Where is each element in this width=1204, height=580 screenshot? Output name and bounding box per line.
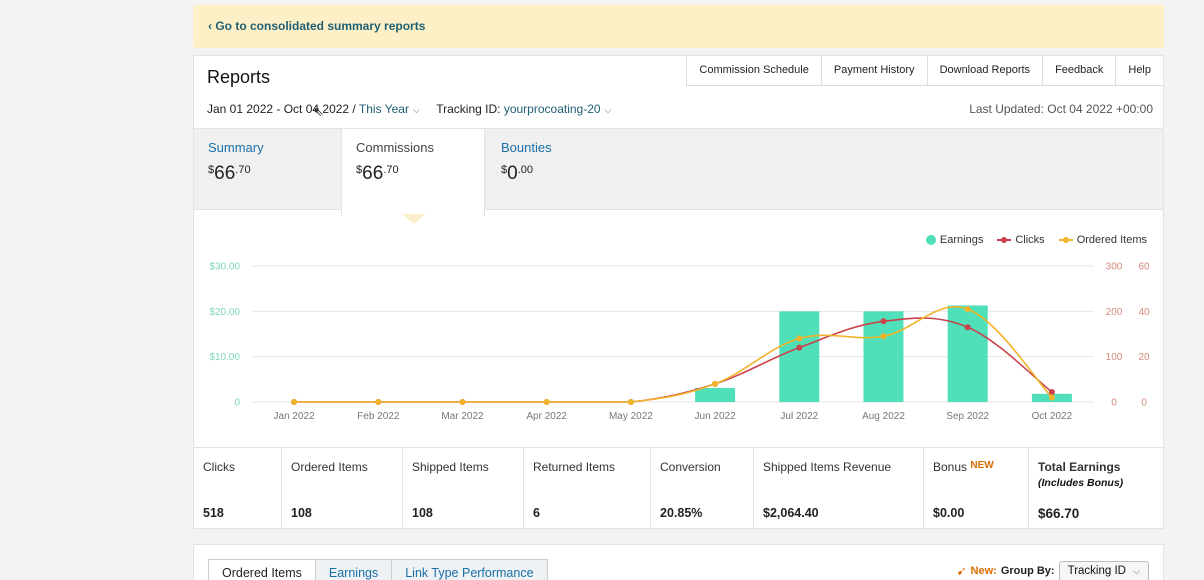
x-tick-label: May 2022: [609, 411, 653, 422]
ordered-items-point: [1048, 394, 1055, 401]
y-right-ordered-tick-label: 0: [1141, 398, 1147, 409]
clicks-point: [964, 324, 971, 331]
x-tick-label: Jan 2022: [274, 411, 316, 422]
x-tick-label: Jun 2022: [695, 411, 737, 422]
group-by: ➹ New: Group By: Tracking ID ⌵: [956, 561, 1149, 580]
y-right-clicks-tick-label: 200: [1106, 307, 1123, 318]
metric-conversion: Conversion 20.85%: [651, 448, 754, 530]
earnings-bar: [695, 387, 736, 402]
ordered-items-point: [375, 399, 382, 405]
period-dropdown[interactable]: This Year: [359, 102, 409, 116]
y-left-tick-label: $20.00: [209, 307, 240, 318]
ordered-items-point: [712, 380, 719, 387]
x-tick-label: Aug 2022: [862, 411, 905, 422]
megaphone-icon: ➹: [956, 564, 967, 578]
x-tick-label: Apr 2022: [526, 411, 567, 422]
metric-total-earnings: Total Earnings (Includes Bonus) $66.70: [1038, 460, 1124, 521]
earnings-bar: [863, 311, 904, 402]
breakdown-card: Ordered Items Earnings Link Type Perform…: [193, 544, 1164, 580]
clicks-swatch-icon: [997, 235, 1012, 245]
active-tab-pointer: [402, 214, 426, 224]
ordered-items-point: [543, 399, 550, 405]
tracking-label: Tracking ID:: [436, 102, 501, 116]
summary-tabstrip: Summary $66.70 Commissions $66.70 Bounti…: [194, 128, 1163, 216]
tab-summary-label: Summary: [208, 140, 264, 155]
x-tick-label: Oct 2022: [1032, 411, 1073, 422]
ordered-items-point: [291, 399, 298, 405]
ordered-items-point: [459, 399, 466, 405]
ordered-swatch-icon: [1058, 235, 1073, 245]
tab-commissions-amount: $66.70: [356, 163, 399, 184]
group-by-select[interactable]: Tracking ID ⌵: [1058, 561, 1149, 580]
ordered-items-point: [627, 399, 634, 405]
nav-commission-schedule[interactable]: Commission Schedule: [686, 56, 821, 86]
chevron-down-icon: ⌵: [604, 105, 612, 115]
tab-commissions-label: Commissions: [356, 140, 435, 155]
y-right-clicks-tick-label: 100: [1106, 352, 1123, 363]
y-right-ordered-tick-label: 40: [1138, 307, 1150, 318]
tab-summary[interactable]: Summary $66.70: [194, 129, 341, 211]
tab-earnings[interactable]: Earnings: [315, 559, 393, 580]
tab-summary-amount: $66.70: [208, 163, 251, 184]
y-right-clicks-tick-label: 0: [1111, 398, 1117, 409]
consolidated-banner: ‹ Go to consolidated summary reports: [193, 5, 1164, 48]
x-tick-label: Sep 2022: [946, 411, 989, 422]
metric-shipped-items: Shipped Items 108: [403, 448, 524, 530]
y-left-tick-label: $30.00: [209, 262, 240, 273]
legend-clicks[interactable]: Clicks: [997, 234, 1045, 246]
metric-ordered-items: Ordered Items 108: [282, 448, 403, 530]
clicks-point: [796, 344, 803, 351]
earnings-bar: [947, 305, 988, 402]
reports-card: Reports Commission Schedule Payment Hist…: [193, 55, 1164, 530]
metrics-row: Clicks 518 Ordered Items 108 Shipped Items…: [194, 447, 1163, 530]
metric-bonus: Bonus NEW $0.00: [924, 448, 1029, 530]
tab-bounties-label: Bounties: [501, 140, 552, 155]
page-title: Reports: [207, 67, 271, 87]
ordered-items-line: [294, 306, 1053, 403]
nav-download-reports[interactable]: Download Reports: [926, 56, 1043, 86]
chevron-down-icon: ⌵: [412, 105, 420, 115]
consolidated-summary-link[interactable]: ‹ Go to consolidated summary reports: [208, 19, 425, 33]
y-left-tick-label: 0: [234, 398, 240, 409]
ordered-items-point: [880, 333, 887, 340]
chart-legend: Earnings Clicks Ordered Items: [925, 234, 1147, 246]
earnings-swatch-icon: [925, 235, 936, 245]
new-badge: NEW: [970, 460, 994, 471]
earnings-bar: [779, 311, 820, 402]
y-right-ordered-tick-label: 20: [1138, 352, 1150, 363]
ordered-items-point: [964, 306, 971, 313]
y-right-ordered-tick-label: 60: [1138, 262, 1150, 273]
date-range[interactable]: Jan 01 2022 - Oct 04 2022 /: [207, 102, 356, 116]
y-right-clicks-tick-label: 300: [1106, 262, 1123, 273]
legend-ordered-items[interactable]: Ordered Items: [1058, 234, 1147, 246]
clicks-point: [880, 318, 887, 325]
clicks-line: [294, 317, 1053, 403]
ordered-items-point: [796, 335, 803, 342]
metric-returned-items: Returned Items 6: [524, 448, 651, 530]
tab-bounties[interactable]: Bounties $0.00: [487, 129, 634, 211]
tab-bounties-amount: $0.00: [501, 163, 533, 184]
nav-payment-history[interactable]: Payment History: [820, 56, 927, 86]
tab-link-type-performance[interactable]: Link Type Performance: [392, 559, 548, 580]
x-tick-label: Jul 2022: [780, 411, 818, 422]
tab-ordered-items[interactable]: Ordered Items: [208, 559, 316, 580]
x-tick-label: Mar 2022: [441, 411, 484, 422]
tab-commissions[interactable]: Commissions $66.70: [341, 129, 485, 216]
metric-clicks: Clicks 518: [194, 448, 282, 530]
breakdown-tabs: Ordered Items Earnings Link Type Perform…: [208, 559, 548, 580]
earnings-chart: $30.00 300 60$20.00 200 40$10.00 100 200 0 0Jan …: [209, 262, 1150, 423]
nav-help[interactable]: Help: [1115, 56, 1163, 86]
tracking-id-dropdown[interactable]: yourprocoating-20: [504, 102, 601, 116]
top-nav: Commission Schedule Payment History Down…: [686, 56, 1163, 86]
legend-earnings[interactable]: Earnings: [925, 234, 983, 246]
mouse-cursor-icon: ⇖: [313, 104, 324, 119]
date-filter-row: Jan 01 2022 - Oct 04 2022 / This Year ⌵ T…: [207, 102, 611, 116]
nav-feedback[interactable]: Feedback: [1042, 56, 1116, 86]
metric-shipped-revenue: Shipped Items Revenue $2,064.40: [754, 448, 924, 530]
last-updated: Last Updated: Oct 04 2022 +00:00: [969, 102, 1153, 116]
y-left-tick-label: $10.00: [209, 352, 240, 363]
x-tick-label: Feb 2022: [357, 411, 400, 422]
